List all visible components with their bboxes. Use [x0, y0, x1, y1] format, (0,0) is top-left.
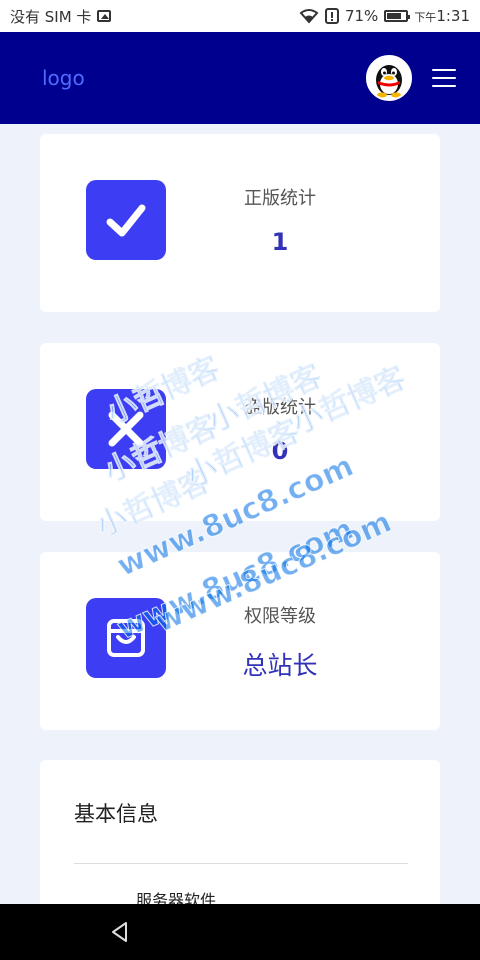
status-left: 没有 SIM 卡 [10, 6, 112, 27]
header-actions [366, 55, 456, 101]
stat-value: 总站长 [242, 651, 318, 680]
hamburger-menu-icon[interactable] [432, 69, 456, 87]
alert-icon [324, 8, 339, 24]
stat-label: 正版统计 [244, 188, 316, 209]
status-bar: 没有 SIM 卡 71% 下午1:31 [0, 0, 480, 32]
avatar[interactable] [366, 55, 412, 101]
image-icon [97, 10, 112, 22]
bag-icon [86, 598, 166, 678]
check-icon [86, 180, 166, 260]
status-right: 71% 下午1:31 [299, 7, 470, 25]
stat-value: 1 [271, 228, 289, 256]
stat-card-pirated: 盗版统计 0 [40, 343, 440, 521]
info-title: 基本信息 [74, 802, 158, 826]
wifi-icon [299, 9, 319, 24]
stat-card-permission: 权限等级 总站长 [40, 552, 440, 730]
stat-value: 0 [271, 437, 289, 465]
back-triangle-icon[interactable] [108, 920, 132, 944]
stat-text: 权限等级 总站长 [220, 602, 340, 682]
divider [74, 863, 408, 864]
battery-text: 71% [344, 7, 379, 25]
carrier-text: 没有 SIM 卡 [10, 7, 92, 26]
battery-icon [384, 10, 411, 22]
stat-card-genuine: 正版统计 1 [40, 134, 440, 312]
cross-icon [86, 389, 166, 469]
stat-label: 权限等级 [244, 606, 316, 627]
stat-label: 盗版统计 [244, 397, 316, 418]
time-prefix: 下午 [414, 11, 437, 24]
system-nav-bar [0, 904, 480, 960]
logo[interactable]: logo [42, 66, 85, 90]
clock-text: 1:31 [436, 7, 470, 25]
top-header: logo [0, 32, 480, 124]
stat-text: 正版统计 1 [220, 184, 340, 256]
stat-text: 盗版统计 0 [220, 393, 340, 465]
qq-penguin-avatar-icon [376, 65, 402, 98]
